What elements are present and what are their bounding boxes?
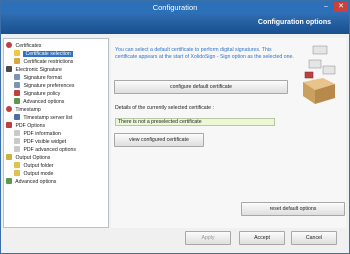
tree-item-certificates[interactable]: Certificates <box>6 42 41 50</box>
view-configured-certificate-button[interactable]: view configured certificate <box>114 133 204 147</box>
tree-item-pdf-options[interactable]: PDF Options <box>6 122 45 130</box>
pdf-icon <box>6 122 12 128</box>
tree-item-output-options[interactable]: Output Options <box>6 154 50 162</box>
gear-icon <box>14 98 20 104</box>
folder-icon <box>14 170 20 176</box>
minimize-button[interactable]: – <box>319 2 333 12</box>
tree-item-label: Output mode <box>23 171 54 177</box>
tree-item-signature-preferences[interactable]: Signature preferences <box>14 82 75 90</box>
tree-item-label: PDF visible widget <box>23 139 67 145</box>
reset-default-options-button[interactable]: reset default options <box>241 202 345 216</box>
info-icon <box>14 130 20 136</box>
tree-item-label: Certificate restrictions <box>23 59 74 65</box>
document-icon <box>14 74 20 80</box>
tree-item-label: PDF advanced options <box>23 147 76 153</box>
apply-button[interactable]: Apply <box>185 231 231 245</box>
tree-item-label: Certificates <box>15 43 42 49</box>
tree-item-label: Signature preferences <box>23 83 75 89</box>
details-label: Details of the currently selected certif… <box>115 105 214 111</box>
header-banner: Configuration options <box>1 14 349 34</box>
tree-item-label: PDF Options <box>15 123 46 129</box>
tree-item-electronic-signature[interactable]: Electronic Signature <box>6 66 62 74</box>
policy-icon <box>14 90 20 96</box>
key-icon <box>14 50 20 56</box>
tree-item-timestamp[interactable]: Timestamp <box>6 106 41 114</box>
gear-icon <box>6 178 12 184</box>
header-title: Configuration options <box>257 19 331 26</box>
tree-item-label: Output folder <box>23 163 54 169</box>
tree-item-label: Advanced options <box>15 179 57 185</box>
info-text: You can select a default certificate to … <box>115 47 294 60</box>
content-panel: You can select a default certificate to … <box>111 38 346 228</box>
title-bar: Configuration – ✕ <box>1 1 349 14</box>
server-icon <box>14 114 20 120</box>
dialog-footer: Apply Accept Cancel <box>1 229 349 253</box>
folder-icon <box>6 154 12 160</box>
tree-item-label: Signature policy <box>23 91 61 97</box>
details-value-field: There is not a preselected certificate <box>115 118 275 126</box>
tree-item-certificate-restrictions[interactable]: Certificate restrictions <box>14 58 73 66</box>
tree-item-output-mode[interactable]: Output mode <box>14 170 53 178</box>
configure-default-certificate-button[interactable]: configure default certificate <box>114 80 288 94</box>
cancel-button[interactable]: Cancel <box>291 231 337 245</box>
pen-icon <box>6 66 12 72</box>
certificate-icon <box>6 42 12 48</box>
tree-item-label: Certificate selection <box>23 51 73 57</box>
tree-item-label: Output Options <box>15 155 51 161</box>
tree-item-label: Signature format <box>23 75 62 81</box>
tree-item-advanced-options-root[interactable]: Advanced options <box>6 178 56 186</box>
tree-item-advanced-options[interactable]: Advanced options <box>14 98 64 106</box>
document-icon <box>14 82 20 88</box>
tree-item-signature-format[interactable]: Signature format <box>14 74 62 82</box>
tree-item-label: Timestamp server list <box>23 115 73 121</box>
tree-item-label: Advanced options <box>23 99 65 105</box>
tree-item-timestamp-server-list[interactable]: Timestamp server list <box>14 114 72 122</box>
tree-item-pdf-advanced-options[interactable]: PDF advanced options <box>14 146 76 154</box>
tree-item-pdf-visible-widget[interactable]: PDF visible widget <box>14 138 66 146</box>
tree-item-signature-policy[interactable]: Signature policy <box>14 90 60 98</box>
window-title: Configuration <box>152 3 198 12</box>
folder-icon <box>14 162 20 168</box>
lock-icon <box>14 58 20 64</box>
accept-button[interactable]: Accept <box>239 231 285 245</box>
certificate-box-illustration <box>303 45 336 104</box>
tree-item-output-folder[interactable]: Output folder <box>14 162 53 170</box>
clock-icon <box>6 106 12 112</box>
options-tree: Certificates Certificate selection Certi… <box>3 38 109 228</box>
tree-item-label: Electronic Signature <box>15 67 62 73</box>
tree-item-pdf-information[interactable]: PDF information <box>14 130 61 138</box>
tree-item-label: Timestamp <box>15 107 41 113</box>
configuration-window: Configuration – ✕ Configuration options … <box>0 0 350 254</box>
widget-icon <box>14 138 20 144</box>
tree-item-label: PDF information <box>23 131 61 137</box>
gear-icon <box>14 146 20 152</box>
close-button[interactable]: ✕ <box>334 2 348 12</box>
tree-item-certificate-selection[interactable]: Certificate selection <box>14 50 73 58</box>
